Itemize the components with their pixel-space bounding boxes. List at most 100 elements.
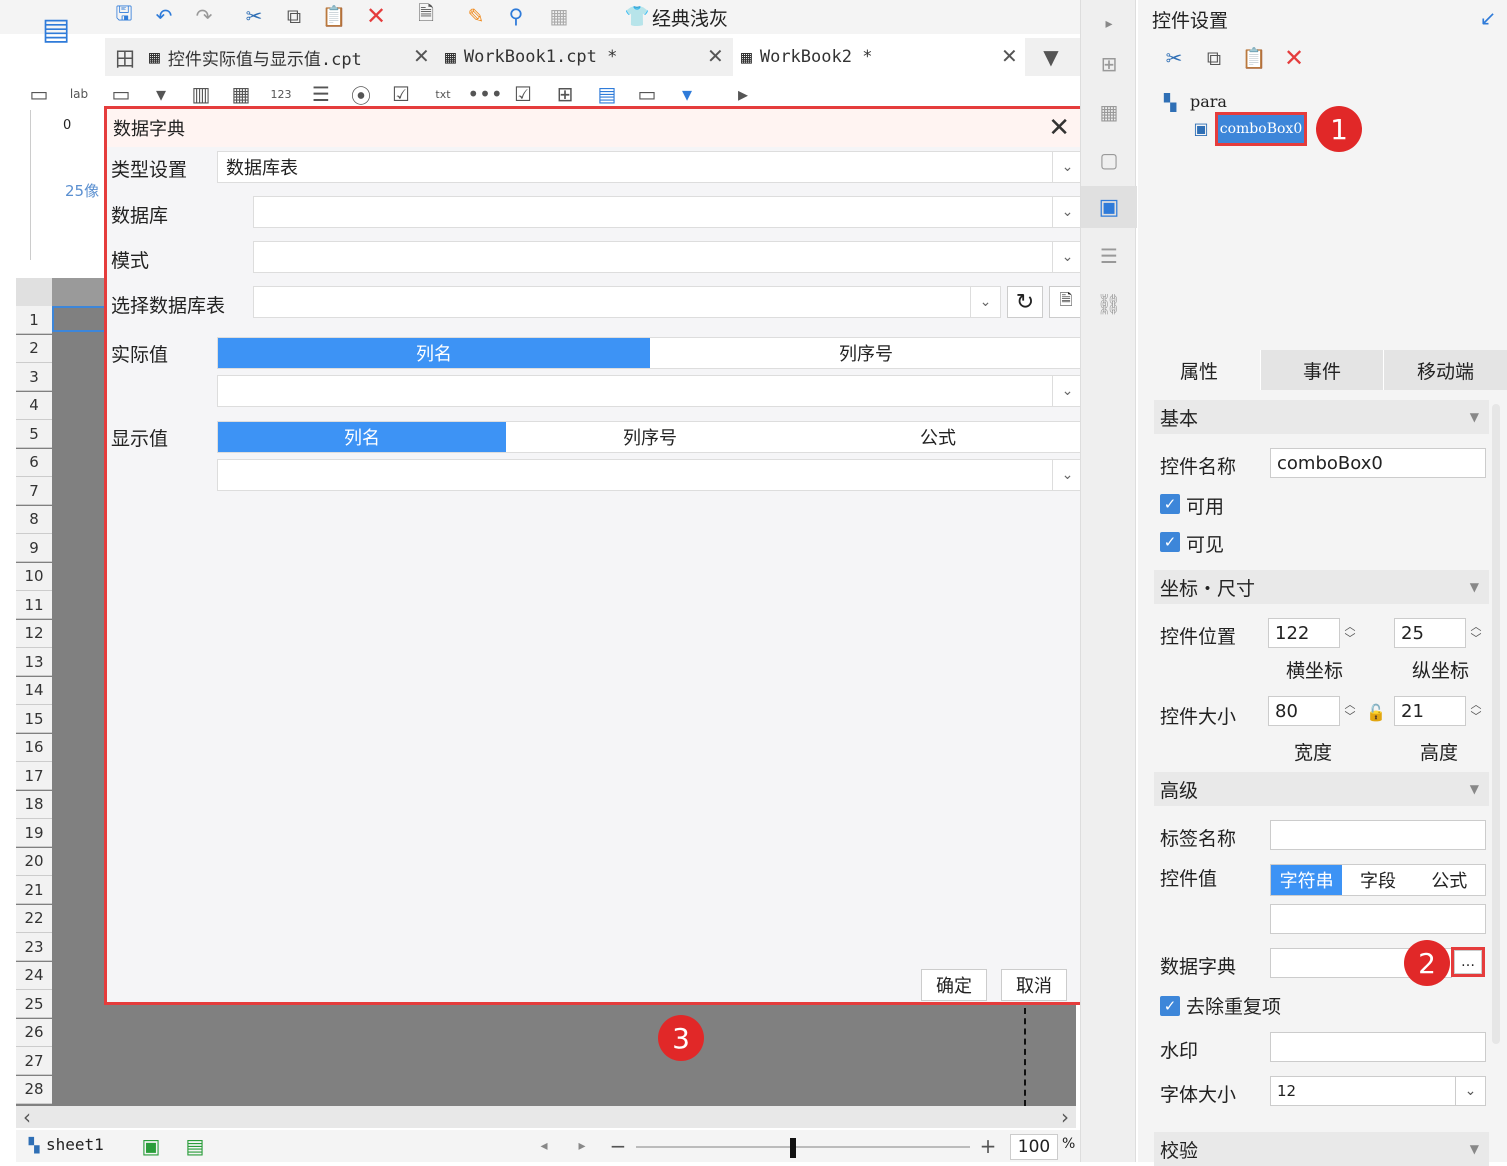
width-input[interactable]: 80 [1268,696,1340,726]
row-header[interactable]: 10 [16,562,52,591]
more-widgets-icon[interactable]: ▸ [728,82,758,106]
actual-column-select[interactable]: ⌄ [217,375,1083,407]
close-icon[interactable]: ✕ [1048,113,1070,143]
tab-workbook2[interactable]: ▦ WorkBook2 * [733,38,1025,76]
widget-value-field[interactable] [1270,904,1486,934]
row-header[interactable]: 3 [16,363,52,391]
redo-icon[interactable]: ↷ [190,2,218,30]
chevron-down-icon[interactable]: ⌄ [1052,197,1082,227]
display-column-select[interactable]: ⌄ [217,459,1083,491]
row-header[interactable]: 20 [16,847,52,876]
radio-widget-icon[interactable]: ⦿ [348,82,374,108]
row-header[interactable]: 12 [16,619,52,648]
row-header[interactable]: 17 [16,762,52,790]
checkbox-widget-icon[interactable]: ☑ [510,82,536,106]
preview-icon[interactable]: 🗎 [1049,286,1083,318]
value-mode-string[interactable]: 字符串 [1271,865,1343,895]
row-header[interactable]: 24 [16,961,52,990]
row-header[interactable]: 8 [16,505,52,534]
sheet-tab[interactable]: sheet1 [46,1135,104,1154]
row-header[interactable]: 6 [16,448,52,477]
undo-icon[interactable]: ↶ [150,2,178,30]
plugin-icon[interactable]: ⚲ [502,2,530,30]
copy-icon[interactable]: ⧉ [280,2,308,30]
section-advanced[interactable]: 高级 ▼ [1154,772,1489,806]
row-header[interactable]: 26 [16,1018,52,1047]
zoom-out-icon[interactable]: − [606,1134,630,1158]
row-header[interactable]: 14 [16,676,52,705]
text-preview-icon[interactable]: 🗎 [412,1,440,30]
value-mode-field[interactable]: 字段 [1342,865,1413,895]
refresh-icon[interactable]: ↻ [1007,286,1043,318]
textbox-widget-icon[interactable]: ▭ [108,82,134,106]
row-header[interactable]: 27 [16,1047,52,1075]
list-widget-icon[interactable]: ▥ [188,82,214,106]
table-tree-icon[interactable]: ▤ [594,82,620,106]
section-coords[interactable]: 坐标・尺寸 ▼ [1154,570,1489,604]
schema-select[interactable]: ⌄ [253,241,1083,273]
number-widget-icon[interactable]: 123 [268,82,294,106]
tab-close-icon[interactable]: ✕ [707,44,724,68]
tab-mobile[interactable]: 移动端 [1384,350,1507,390]
pos-y-stepper[interactable]: ︿ ﹀ [1466,618,1486,648]
watermark-field[interactable] [1270,1032,1486,1062]
row-header[interactable]: 13 [16,648,52,676]
template-widget-icon[interactable]: ▦ [1093,96,1125,128]
actual-mode-column-name[interactable]: 列名 [218,338,650,368]
scroll-left-icon[interactable]: ‹ [16,1105,38,1129]
row-header[interactable]: 5 [16,420,52,448]
display-mode-column-name[interactable]: 列名 [218,422,506,452]
widget-name-field[interactable]: comboBox0 [1270,448,1486,478]
paste-icon[interactable]: 📋 [1240,44,1268,72]
chevron-down-icon[interactable]: ⌄ [1052,460,1082,490]
row-header[interactable]: 16 [16,733,52,762]
save-icon[interactable]: 🖫 [110,1,138,30]
lock-icon[interactable]: 🔓 [1366,700,1386,724]
ok-button[interactable]: 确定 [921,969,987,1001]
label-widget-icon[interactable]: lab [66,82,92,106]
row-header[interactable]: 1 [16,306,52,334]
zoom-input[interactable]: 100 [1010,1134,1058,1160]
expand-icon[interactable]: ▸ [1095,10,1123,38]
tag-name-field[interactable] [1270,820,1486,850]
dedupe-checkbox[interactable]: ✓ [1160,996,1180,1016]
zoom-in-icon[interactable]: + [976,1134,1000,1158]
combobox-widget-icon[interactable]: ▾ [148,82,174,106]
row-header[interactable]: 7 [16,477,52,505]
template-icon[interactable]: ▤ [38,4,74,54]
add-form-sheet-icon[interactable]: ▤ [178,1134,212,1158]
tab-properties[interactable]: 属性 [1138,350,1260,390]
row-header[interactable]: 25 [16,990,52,1018]
actual-mode-column-index[interactable]: 列序号 [650,338,1082,368]
prev-page-icon[interactable]: ◂ [532,1134,556,1158]
date-widget-icon[interactable]: ▦ [228,82,254,106]
row-header[interactable]: 22 [16,904,52,933]
tab-close-icon[interactable]: ✕ [1001,44,1018,68]
chevron-down-icon[interactable]: ⌄ [1052,376,1082,406]
link-icon[interactable]: ⛓ [1093,288,1125,320]
tab-workbook1[interactable]: ▦ WorkBook1.cpt * [445,38,725,76]
checkbox-group-icon[interactable]: ☑ [388,82,414,106]
shirt-icon[interactable]: 👕 [624,2,650,30]
font-size-select[interactable]: 12 [1270,1076,1456,1106]
tree-root[interactable]: para [1190,92,1227,111]
visible-checkbox[interactable]: ✓ [1160,532,1180,552]
pos-y-input[interactable]: 25 [1394,618,1466,648]
chevron-down-icon[interactable]: ⌄ [970,287,1000,317]
paste-icon[interactable]: 📋 [320,2,348,30]
grid-layout-icon[interactable]: 田 [111,43,139,71]
row-header[interactable]: 23 [16,933,52,961]
chevron-down-icon[interactable]: ⌄ [1052,242,1082,272]
row-header[interactable]: 4 [16,391,52,420]
section-validate[interactable]: 校验 ▼ [1154,1132,1489,1166]
grid-corner[interactable] [16,278,52,306]
collapse-icon[interactable]: ↙ [1474,4,1502,32]
tab-menu-icon[interactable]: ▼ [1037,43,1065,71]
textarea-widget-icon[interactable]: ☰ [308,82,334,106]
delete-icon[interactable]: ✕ [1280,44,1308,72]
tab-close-icon[interactable]: ✕ [413,44,430,68]
add-sheet-icon[interactable]: ▣ [134,1134,168,1158]
chevron-down-icon[interactable]: ⌄ [1456,1076,1486,1106]
scroll-right-icon[interactable]: › [1054,1105,1076,1129]
tag-widget-icon[interactable]: ▭ [634,82,660,106]
